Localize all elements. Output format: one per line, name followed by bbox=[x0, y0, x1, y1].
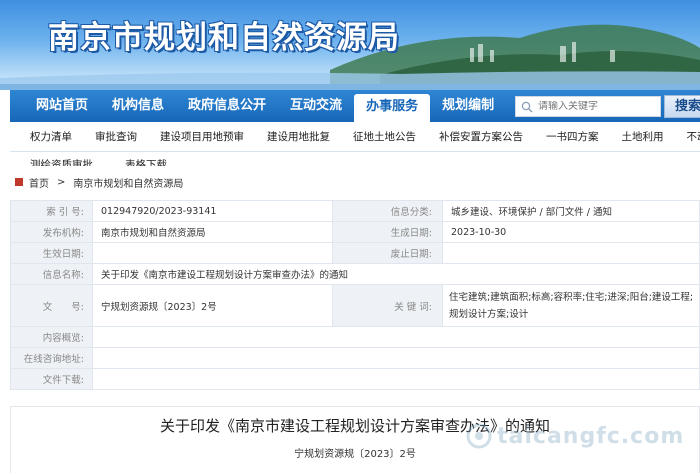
nav-item-planning[interactable]: 规划编制 bbox=[430, 90, 506, 122]
subnav-item-survey-qualification[interactable]: 测绘资质审批 bbox=[30, 157, 93, 166]
breadcrumb: 首页 > 南京市规划和自然资源局 bbox=[14, 172, 183, 192]
home-icon bbox=[14, 177, 24, 187]
subnav-item-approval-query[interactable]: 审批查询 bbox=[95, 129, 137, 144]
table-row: 在线咨询地址: bbox=[10, 347, 700, 369]
subnav-item-land-use[interactable]: 土地利用 bbox=[622, 129, 664, 144]
search-input[interactable] bbox=[538, 101, 656, 112]
service-subnav-row2: 测绘资质审批 表格下载 bbox=[10, 152, 700, 166]
created-value: 2023-10-30 bbox=[442, 221, 700, 243]
table-row: 索 引 号: 012947920/2023-93141 信息分类: 城乡建设、环… bbox=[10, 200, 700, 222]
name-value: 关于印发《南京市建设工程规划设计方案审查办法》的通知 bbox=[92, 263, 700, 285]
header-banner: 南京市规划和自然资源局 bbox=[0, 0, 700, 90]
index-value: 012947920/2023-93141 bbox=[92, 200, 333, 222]
nav-item-organization[interactable]: 机构信息 bbox=[100, 90, 176, 122]
nav-item-interaction[interactable]: 互动交流 bbox=[278, 90, 354, 122]
abolished-label: 废止日期: bbox=[332, 242, 443, 264]
subnav-item-form-download[interactable]: 表格下载 bbox=[125, 157, 167, 166]
docno-label: 文 号: bbox=[10, 284, 93, 327]
download-label: 文件下载: bbox=[10, 368, 93, 390]
effective-value bbox=[92, 242, 333, 264]
table-row: 内容概览: bbox=[10, 326, 700, 348]
search-box bbox=[515, 96, 661, 117]
created-label: 生成日期: bbox=[332, 221, 443, 243]
nav-item-services[interactable]: 办事服务 bbox=[354, 94, 431, 122]
download-value bbox=[92, 368, 700, 390]
subnav-item-one-book-four-plans[interactable]: 一书四方案 bbox=[546, 129, 599, 144]
breadcrumb-current[interactable]: 南京市规划和自然资源局 bbox=[73, 175, 183, 190]
name-label: 信息名称: bbox=[10, 263, 93, 285]
subnav-item-land-pretrial[interactable]: 建设项目用地预审 bbox=[160, 129, 244, 144]
publisher-label: 发布机构: bbox=[10, 221, 93, 243]
keywords-label: 关 键 词: bbox=[332, 284, 443, 327]
keywords-value: 住宅建筑;建筑面积;标高;容积率;住宅;进深;阳台;建设工程;规划设计方案;设计 bbox=[442, 284, 700, 327]
subnav-item-power-list[interactable]: 权力清单 bbox=[30, 129, 72, 144]
consult-label: 在线咨询地址: bbox=[10, 347, 93, 369]
subnav-item-expropriation-notice[interactable]: 征地土地公告 bbox=[353, 129, 416, 144]
index-label: 索 引 号: bbox=[10, 200, 93, 222]
summary-value bbox=[92, 326, 700, 348]
watermark-logo-icon bbox=[465, 422, 493, 450]
watermark-text: taicangfc.com bbox=[497, 423, 685, 449]
abolished-value bbox=[442, 242, 700, 264]
site-title: 南京市规划和自然资源局 bbox=[48, 20, 400, 56]
main-nav: 网站首页 机构信息 政府信息公开 互动交流 办事服务 规划编制 搜索 bbox=[10, 90, 700, 122]
service-subnav: 权力清单 审批查询 建设项目用地预审 建设用地批复 征地土地公告 补偿安置方案公… bbox=[10, 122, 700, 152]
subnav-item-property-query[interactable]: 不动产业务查询 bbox=[687, 129, 700, 144]
table-row: 文 号: 宁规划资源规〔2023〕2号 关 键 词: 住宅建筑;建筑面积;标高;… bbox=[10, 284, 700, 327]
table-row: 信息名称: 关于印发《南京市建设工程规划设计方案审查办法》的通知 bbox=[10, 263, 700, 285]
breadcrumb-separator-icon: > bbox=[57, 176, 66, 188]
breadcrumb-home[interactable]: 首页 bbox=[29, 175, 49, 190]
watermark: taicangfc.com bbox=[465, 422, 684, 450]
summary-label: 内容概览: bbox=[10, 326, 93, 348]
subnav-item-compensation-notice[interactable]: 补偿安置方案公告 bbox=[439, 129, 523, 144]
table-row: 文件下载: bbox=[10, 368, 700, 390]
nav-item-home[interactable]: 网站首页 bbox=[10, 90, 100, 122]
nav-item-gov-info[interactable]: 政府信息公开 bbox=[176, 90, 278, 122]
document-info-table: 索 引 号: 012947920/2023-93141 信息分类: 城乡建设、环… bbox=[10, 200, 700, 390]
search-icon bbox=[516, 97, 538, 116]
publisher-value: 南京市规划和自然资源局 bbox=[92, 221, 333, 243]
search-button[interactable]: 搜索 bbox=[664, 95, 700, 118]
table-row: 发布机构: 南京市规划和自然资源局 生成日期: 2023-10-30 bbox=[10, 221, 700, 243]
effective-label: 生效日期: bbox=[10, 242, 93, 264]
docno-value: 宁规划资源规〔2023〕2号 bbox=[92, 284, 333, 327]
subnav-item-land-approval[interactable]: 建设用地批复 bbox=[267, 129, 330, 144]
consult-value bbox=[92, 347, 700, 369]
table-row: 生效日期: 废止日期: bbox=[10, 242, 700, 264]
category-value: 城乡建设、环境保护 / 部门文件 / 通知 bbox=[442, 200, 700, 222]
category-label: 信息分类: bbox=[332, 200, 443, 222]
